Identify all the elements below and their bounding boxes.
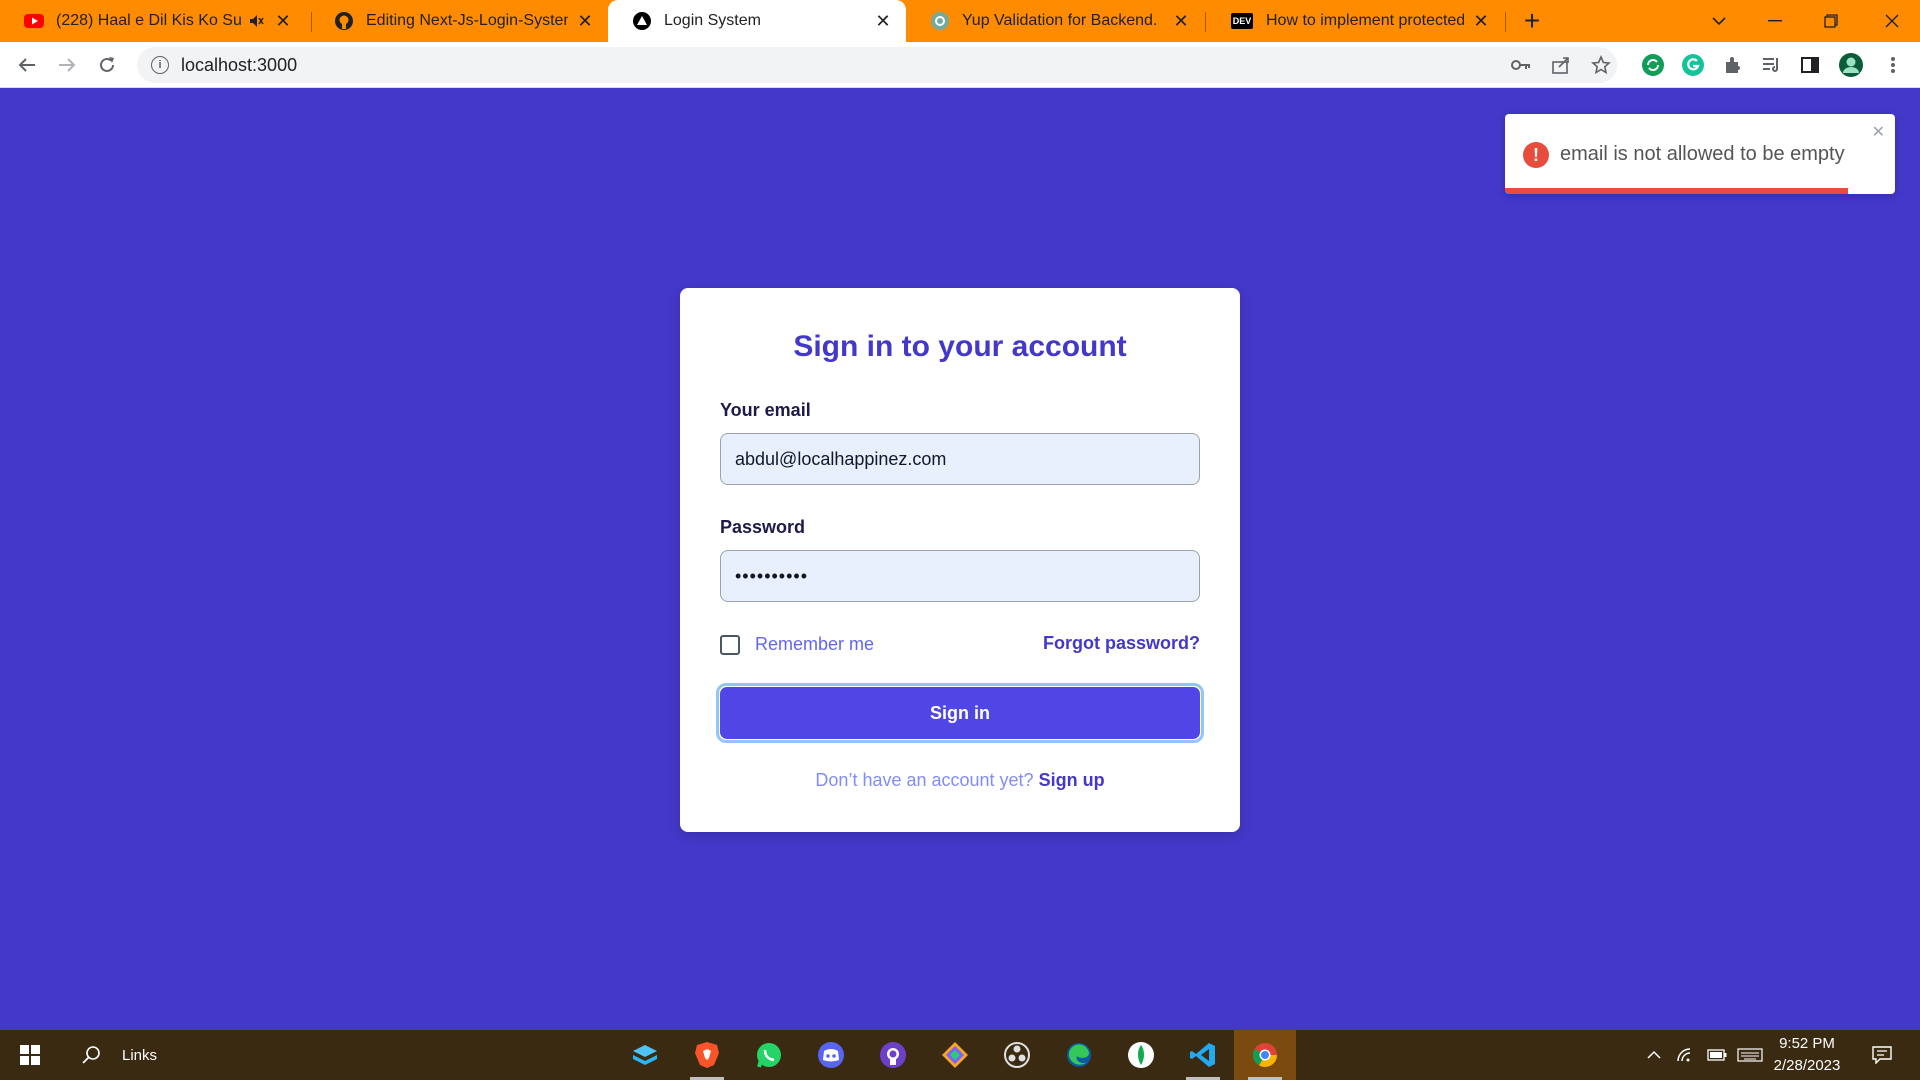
remember-me-label[interactable]: Remember me <box>755 634 874 655</box>
password-label: Password <box>720 517 806 537</box>
tab-title: Yup Validation for Backend. <box>962 12 1158 29</box>
tab-yup-validation[interactable]: Yup Validation for Backend. ✕ <box>906 0 1204 42</box>
password-field[interactable]: •••••••••• <box>720 550 1200 602</box>
profile-avatar[interactable] <box>1838 52 1864 78</box>
tab-close-icon[interactable]: ✕ <box>1470 10 1492 32</box>
tab-youtube[interactable]: (228) Haal e Dil Kis Ko Sunay ✕ <box>0 0 306 42</box>
browser-tab-bar: (228) Haal e Dil Kis Ko Sunay ✕ Editing … <box>0 0 1920 42</box>
tab-title: Login System <box>664 12 761 29</box>
toast-message: email is not allowed to be empty <box>1560 143 1845 165</box>
tab-close-icon[interactable]: ✕ <box>1170 10 1192 32</box>
battery-icon[interactable] <box>1703 1030 1731 1080</box>
diamond-app-icon <box>942 1042 968 1068</box>
reading-list-icon[interactable] <box>1758 52 1784 78</box>
notification-icon[interactable] <box>1864 1030 1900 1080</box>
share-icon[interactable] <box>1548 52 1574 78</box>
chrome-icon <box>1252 1043 1277 1068</box>
restore-button[interactable] <box>1803 0 1859 42</box>
search-label-text: Links <box>122 1046 158 1064</box>
taskbar-app-discord[interactable] <box>800 1030 862 1080</box>
chevron-up-icon[interactable] <box>1640 1030 1668 1080</box>
close-icon[interactable]: ✕ <box>1872 122 1885 142</box>
clock-time: 9:52 PM <box>1779 1035 1835 1052</box>
discord-icon <box>818 1042 844 1068</box>
taskbar-app-github-desktop[interactable] <box>862 1030 924 1080</box>
tab-separator <box>1505 12 1506 32</box>
tab-github[interactable]: Editing Next-Js-Login-System-/R ✕ <box>310 0 608 42</box>
clock-date: 2/28/2023 <box>1773 1057 1841 1074</box>
taskbar-app-vscode[interactable] <box>1172 1030 1234 1080</box>
brave-icon <box>695 1042 719 1068</box>
whatsapp-icon <box>757 1043 781 1068</box>
taskbar-app-chrome[interactable] <box>1234 1030 1296 1080</box>
tab-search-icon[interactable] <box>1691 0 1747 42</box>
openai-icon <box>930 11 950 31</box>
minimize-button[interactable] <box>1747 0 1803 42</box>
github-icon <box>334 11 354 31</box>
taskbar-app-whatsapp[interactable] <box>738 1030 800 1080</box>
back-button[interactable] <box>12 50 42 80</box>
menu-kebab-icon[interactable] <box>1880 52 1906 78</box>
search-icon[interactable] <box>74 1030 110 1080</box>
wifi-icon[interactable] <box>1672 1030 1700 1080</box>
dev-badge: DEV <box>1230 13 1254 29</box>
tab-dev-article[interactable]: DEV How to implement protected rou ✕ <box>1206 0 1504 42</box>
new-tab-button[interactable]: + <box>1517 5 1547 36</box>
taskbar-app-file-explorer[interactable] <box>614 1030 676 1080</box>
taskbar-search-label[interactable]: Links <box>122 1030 182 1080</box>
taskbar-app-obs[interactable] <box>986 1030 1048 1080</box>
taskbar-clock[interactable]: 9:52 PM 2/28/2023 <box>1762 1033 1852 1077</box>
reload-button[interactable] <box>92 50 122 80</box>
site-info-icon[interactable]: i <box>151 56 169 74</box>
tab-title: Editing Next-Js-Login-System-/R <box>366 12 568 29</box>
sign-up-link[interactable]: Sign up <box>1039 770 1105 790</box>
vscode-icon <box>1190 1043 1215 1067</box>
tab-title: (228) Haal e Dil Kis Ko Sunay <box>56 12 242 29</box>
refresh-extension-icon[interactable] <box>1640 52 1666 78</box>
side-panel-icon[interactable] <box>1797 52 1823 78</box>
tab-close-icon[interactable]: ✕ <box>574 10 596 32</box>
email-field[interactable]: abdul@localhappinez.com <box>720 433 1200 485</box>
error-icon: ! <box>1523 142 1549 168</box>
address-bar[interactable]: i localhost:3000 <box>137 47 1617 83</box>
tab-title: How to implement protected rou <box>1266 12 1464 29</box>
browser-toolbar: i localhost:3000 <box>0 42 1920 88</box>
windows-start-icon[interactable] <box>12 1030 48 1080</box>
login-card: Sign in to your account Your email abdul… <box>680 288 1240 832</box>
address-url: localhost:3000 <box>181 54 298 75</box>
toast-progress-bar <box>1505 188 1849 194</box>
close-window-button[interactable] <box>1864 0 1920 42</box>
youtube-icon <box>24 11 44 31</box>
folder-icon <box>633 1045 657 1065</box>
extensions-icon[interactable] <box>1719 52 1745 78</box>
tab-login-system[interactable]: Login System ✕ <box>608 0 906 42</box>
tab-close-icon[interactable]: ✕ <box>272 10 294 32</box>
forgot-password-link[interactable]: Forgot password? <box>1043 633 1200 654</box>
github-desktop-icon <box>880 1042 906 1068</box>
taskbar-app-brave[interactable] <box>676 1030 738 1080</box>
signup-prompt: Don’t have an account yet? <box>815 770 1034 790</box>
taskbar-app-edge[interactable] <box>1048 1030 1110 1080</box>
remember-me-checkbox[interactable] <box>720 635 740 655</box>
star-icon[interactable] <box>1588 52 1614 78</box>
page-title: Sign in to your account <box>793 330 1127 363</box>
error-toast[interactable]: ! email is not allowed to be empty ✕ <box>1505 114 1895 194</box>
windows-taskbar: Links 9:52 PM 2/28/2023 <box>0 1030 1920 1080</box>
mongodb-icon <box>1128 1042 1154 1068</box>
signup-line: Don’t have an account yet? Sign up <box>680 770 1240 791</box>
tab-close-icon[interactable]: ✕ <box>872 10 894 32</box>
key-icon[interactable] <box>1508 52 1534 78</box>
page-content: Sign in to your account Your email abdul… <box>0 88 1920 1030</box>
email-label: Your email <box>720 400 811 420</box>
speaker-muted-icon[interactable] <box>246 11 266 31</box>
triangle-logo-icon <box>632 11 652 31</box>
dev-icon: DEV <box>1230 11 1254 31</box>
taskbar-app-git-kraken[interactable] <box>924 1030 986 1080</box>
obs-icon <box>1004 1042 1030 1068</box>
grammarly-icon[interactable] <box>1680 52 1706 78</box>
sign-in-button[interactable]: Sign in <box>720 687 1200 739</box>
taskbar-app-mongodb-compass[interactable] <box>1110 1030 1172 1080</box>
edge-icon <box>1067 1043 1091 1067</box>
forward-button[interactable] <box>52 50 82 80</box>
